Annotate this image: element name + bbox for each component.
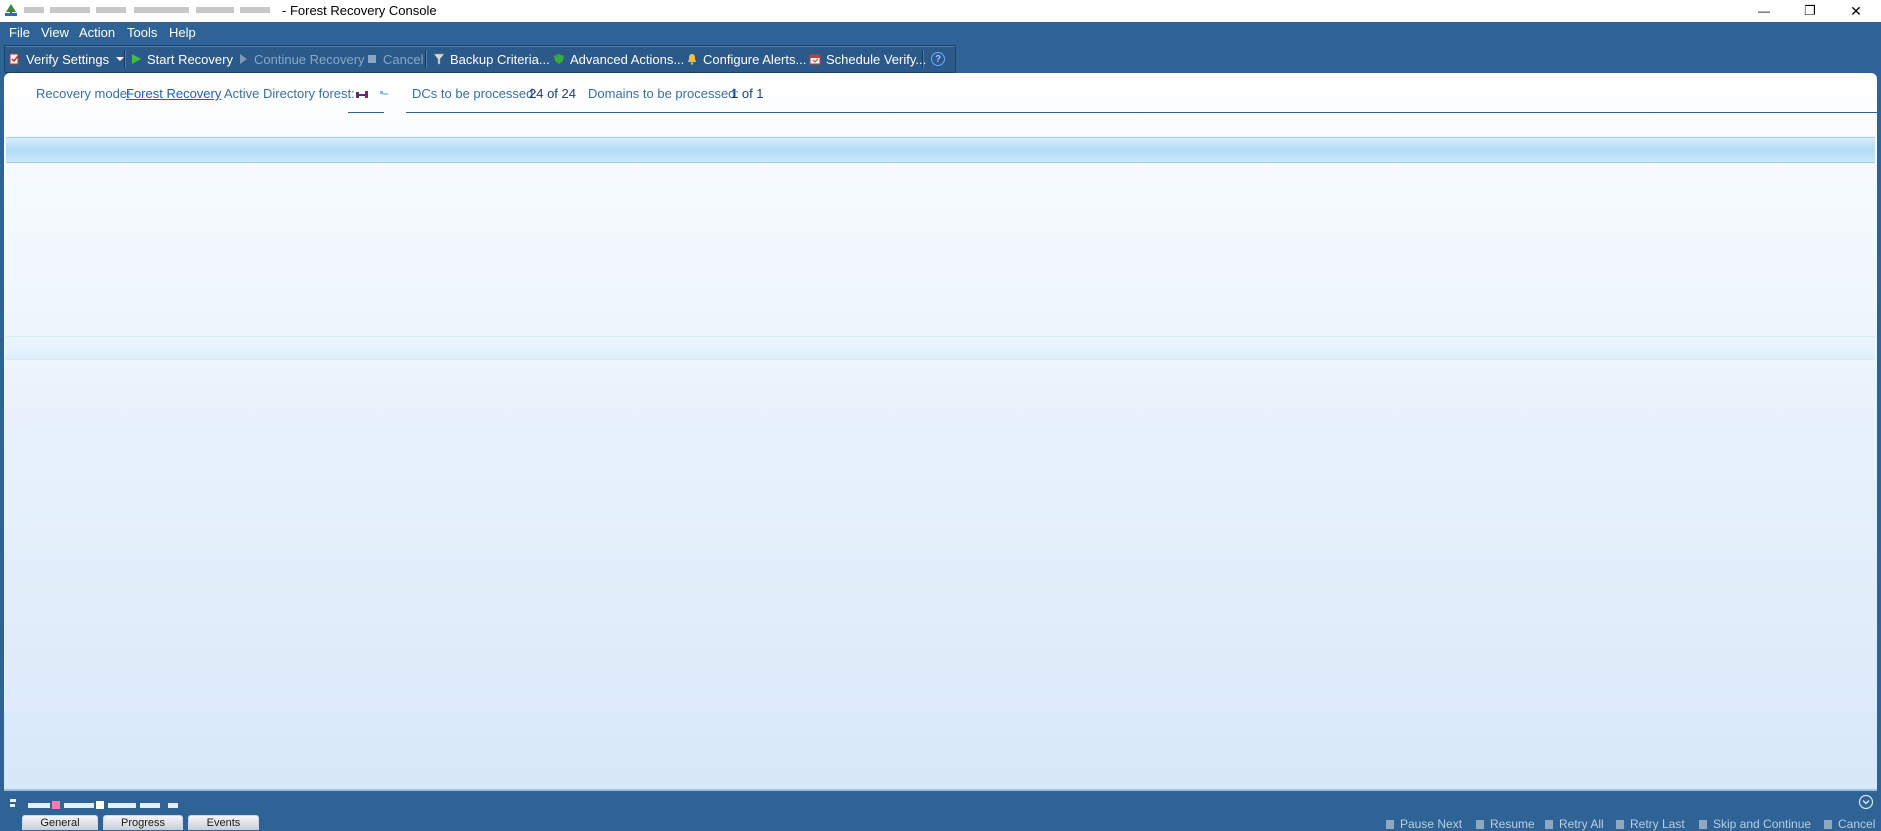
bottom-cancel-button[interactable]: Cancel <box>1824 817 1875 831</box>
domains-value: 1 of 1 <box>731 86 764 101</box>
menu-action[interactable]: Action <box>79 25 115 40</box>
verify-settings-icon <box>9 53 19 65</box>
toolbar-separator <box>425 50 427 68</box>
close-icon: ✕ <box>1850 2 1862 19</box>
menu-file[interactable]: File <box>9 25 30 40</box>
forest-separator-line <box>348 112 384 113</box>
cancel-button[interactable]: Cancel <box>366 46 423 72</box>
recovery-summary: Recovery mode: Forest Recovery Active Di… <box>4 73 1877 113</box>
play-icon <box>132 54 141 64</box>
skip-and-continue-button[interactable]: Skip and Continue <box>1699 817 1811 831</box>
recovery-mode-label: Recovery mode: <box>36 86 131 101</box>
toolbar: Verify Settings Start Recovery Continue … <box>4 45 956 73</box>
ad-forest-label: Active Directory forest: <box>224 86 355 101</box>
tab-general[interactable]: General <box>22 815 98 830</box>
recovery-mode-link[interactable]: Forest Recovery <box>126 86 221 101</box>
domains-label: Domains to be processed: <box>588 86 740 101</box>
restore-icon: ❐ <box>1804 3 1816 18</box>
verify-settings-button[interactable]: Verify Settings <box>9 46 125 72</box>
bottom-cancel-label: Cancel <box>1838 817 1876 831</box>
retry-last-button[interactable]: Retry Last <box>1616 817 1685 831</box>
filter-icon <box>433 53 445 65</box>
retry-all-button[interactable]: Retry All <box>1545 817 1604 831</box>
redacted-status-text <box>10 799 185 811</box>
skip-icon <box>1699 819 1707 829</box>
configure-alerts-button[interactable]: Configure Alerts... <box>686 46 806 72</box>
stop-icon <box>1824 819 1832 829</box>
resume-button[interactable]: Resume <box>1476 817 1535 831</box>
minimize-icon: — <box>1758 4 1770 18</box>
pane-top-border <box>4 789 1877 791</box>
window-title: - Forest Recovery Console <box>282 3 437 18</box>
resume-icon <box>1476 819 1484 829</box>
menu-tools[interactable]: Tools <box>127 25 157 40</box>
help-icon: ? <box>931 52 945 66</box>
details-header-band <box>6 336 1875 360</box>
schedule-verify-label: Schedule Verify... <box>826 51 927 67</box>
tab-progress[interactable]: Progress <box>103 815 183 830</box>
pause-icon <box>1386 819 1394 829</box>
ad-forest-value <box>350 83 410 103</box>
summary-divider-line <box>406 112 1877 113</box>
cancel-label: Cancel <box>383 51 424 67</box>
stop-icon <box>368 55 376 63</box>
bottom-pane: General Progress Events Pause Next Resum… <box>0 789 1881 831</box>
retry-last-label: Retry Last <box>1630 817 1685 831</box>
calendar-icon <box>809 54 821 65</box>
expand-pane-button[interactable] <box>1858 794 1874 810</box>
toolbar-separator <box>124 50 126 68</box>
progress-header-band <box>6 137 1875 163</box>
retry-all-icon <box>1545 819 1553 829</box>
pause-next-label: Pause Next <box>1400 817 1463 831</box>
retry-last-icon <box>1616 819 1624 829</box>
pause-next-button[interactable]: Pause Next <box>1386 817 1462 831</box>
restore-button[interactable]: ❐ <box>1787 0 1833 22</box>
resume-label: Resume <box>1490 817 1535 831</box>
tab-events[interactable]: Events <box>188 815 259 830</box>
toolbar-separator <box>922 50 924 68</box>
shield-icon <box>554 54 564 64</box>
redacted-forest-name <box>356 91 388 98</box>
redacted-title-prefix <box>24 4 274 16</box>
verify-settings-label: Verify Settings <box>26 51 110 67</box>
continue-recovery-label: Continue Recovery <box>254 51 365 67</box>
minimize-button[interactable]: — <box>1741 0 1787 22</box>
backup-criteria-button[interactable]: Backup Criteria... <box>433 46 550 72</box>
schedule-verify-button[interactable]: Schedule Verify... <box>809 46 926 72</box>
retry-all-label: Retry All <box>1559 817 1604 831</box>
dcs-value: 24 of 24 <box>529 86 576 101</box>
dcs-label: DCs to be processed: <box>412 86 538 101</box>
configure-alerts-label: Configure Alerts... <box>703 51 807 67</box>
menu-bar: File View Action Tools Help <box>0 22 1881 44</box>
advanced-actions-label: Advanced Actions... <box>570 51 685 67</box>
main-panel: Recovery mode: Forest Recovery Active Di… <box>4 73 1877 789</box>
bell-icon <box>688 54 696 65</box>
advanced-actions-button[interactable]: Advanced Actions... <box>553 46 684 72</box>
menu-view[interactable]: View <box>41 25 69 40</box>
forest-recovery-app-icon <box>5 4 17 16</box>
start-recovery-label: Start Recovery <box>147 51 233 67</box>
menu-help[interactable]: Help <box>169 25 196 40</box>
skip-and-continue-label: Skip and Continue <box>1713 817 1812 831</box>
backup-criteria-label: Backup Criteria... <box>450 51 550 67</box>
help-button[interactable]: ? <box>931 46 945 72</box>
continue-recovery-button[interactable]: Continue Recovery <box>237 46 365 72</box>
start-recovery-button[interactable]: Start Recovery <box>130 46 233 72</box>
continue-icon <box>240 54 247 64</box>
title-bar: - Forest Recovery Console — ❐ ✕ <box>0 0 1881 22</box>
close-button[interactable]: ✕ <box>1833 0 1879 22</box>
